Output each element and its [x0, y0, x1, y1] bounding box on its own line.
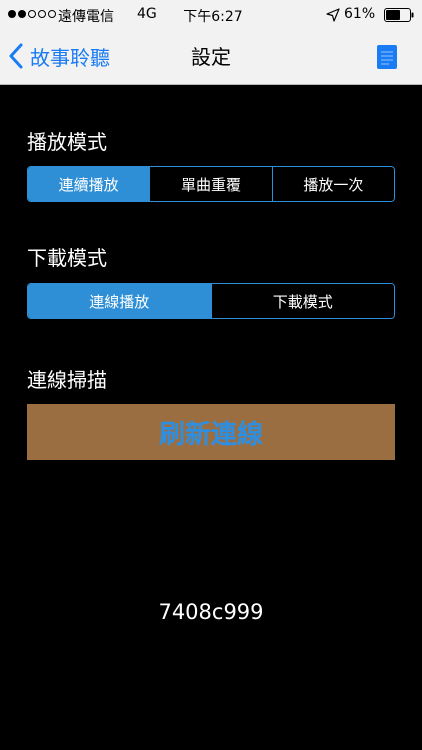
- download-mode-label: 下載模式: [27, 246, 107, 270]
- segment-repeat-single[interactable]: 單曲重覆: [149, 167, 272, 201]
- segment-continuous-play[interactable]: 連續播放: [28, 167, 150, 201]
- navigation-bar: 故事聆聽 設定: [0, 30, 422, 85]
- network-type: 4G: [137, 6, 157, 22]
- segment-download-mode[interactable]: 下載模式: [210, 284, 394, 318]
- segment-play-once[interactable]: 播放一次: [271, 167, 394, 201]
- settings-screen: 遠傳電信 4G 下午6:27 61% 故事聆聽 設定 播放模式 連續播放 單曲重…: [0, 0, 422, 750]
- carrier-name: 遠傳電信: [58, 9, 114, 25]
- location-arrow-icon: [326, 8, 340, 22]
- device-id: 7408c999: [158, 600, 264, 624]
- playback-mode-label: 播放模式: [27, 130, 107, 154]
- signal-dot: [48, 10, 56, 18]
- signal-dot: [28, 10, 36, 18]
- chevron-left-icon: [9, 43, 23, 69]
- back-button-label: 故事聆聽: [30, 45, 110, 70]
- signal-dot: [18, 10, 26, 18]
- signal-dot: [38, 10, 46, 18]
- refresh-connection-button[interactable]: 刷新連線: [27, 404, 395, 460]
- status-bar: 遠傳電信 4G 下午6:27 61%: [0, 0, 422, 30]
- download-mode-control: 連線播放 下載模式: [27, 283, 395, 319]
- battery-percent: 61%: [344, 6, 376, 22]
- segment-online-play[interactable]: 連線播放: [28, 284, 211, 318]
- battery-fill: [386, 10, 400, 20]
- signal-strength-icon: [8, 10, 56, 18]
- document-icon[interactable]: [376, 44, 398, 70]
- signal-dot: [8, 10, 16, 18]
- back-button[interactable]: 故事聆聽: [8, 40, 110, 72]
- battery-icon: [384, 8, 414, 22]
- top-bar: 遠傳電信 4G 下午6:27 61% 故事聆聽 設定: [0, 0, 422, 85]
- status-time: 下午6:27: [183, 9, 243, 25]
- playback-mode-control: 連續播放 單曲重覆 播放一次: [27, 166, 395, 202]
- connection-scan-label: 連線掃描: [27, 368, 107, 392]
